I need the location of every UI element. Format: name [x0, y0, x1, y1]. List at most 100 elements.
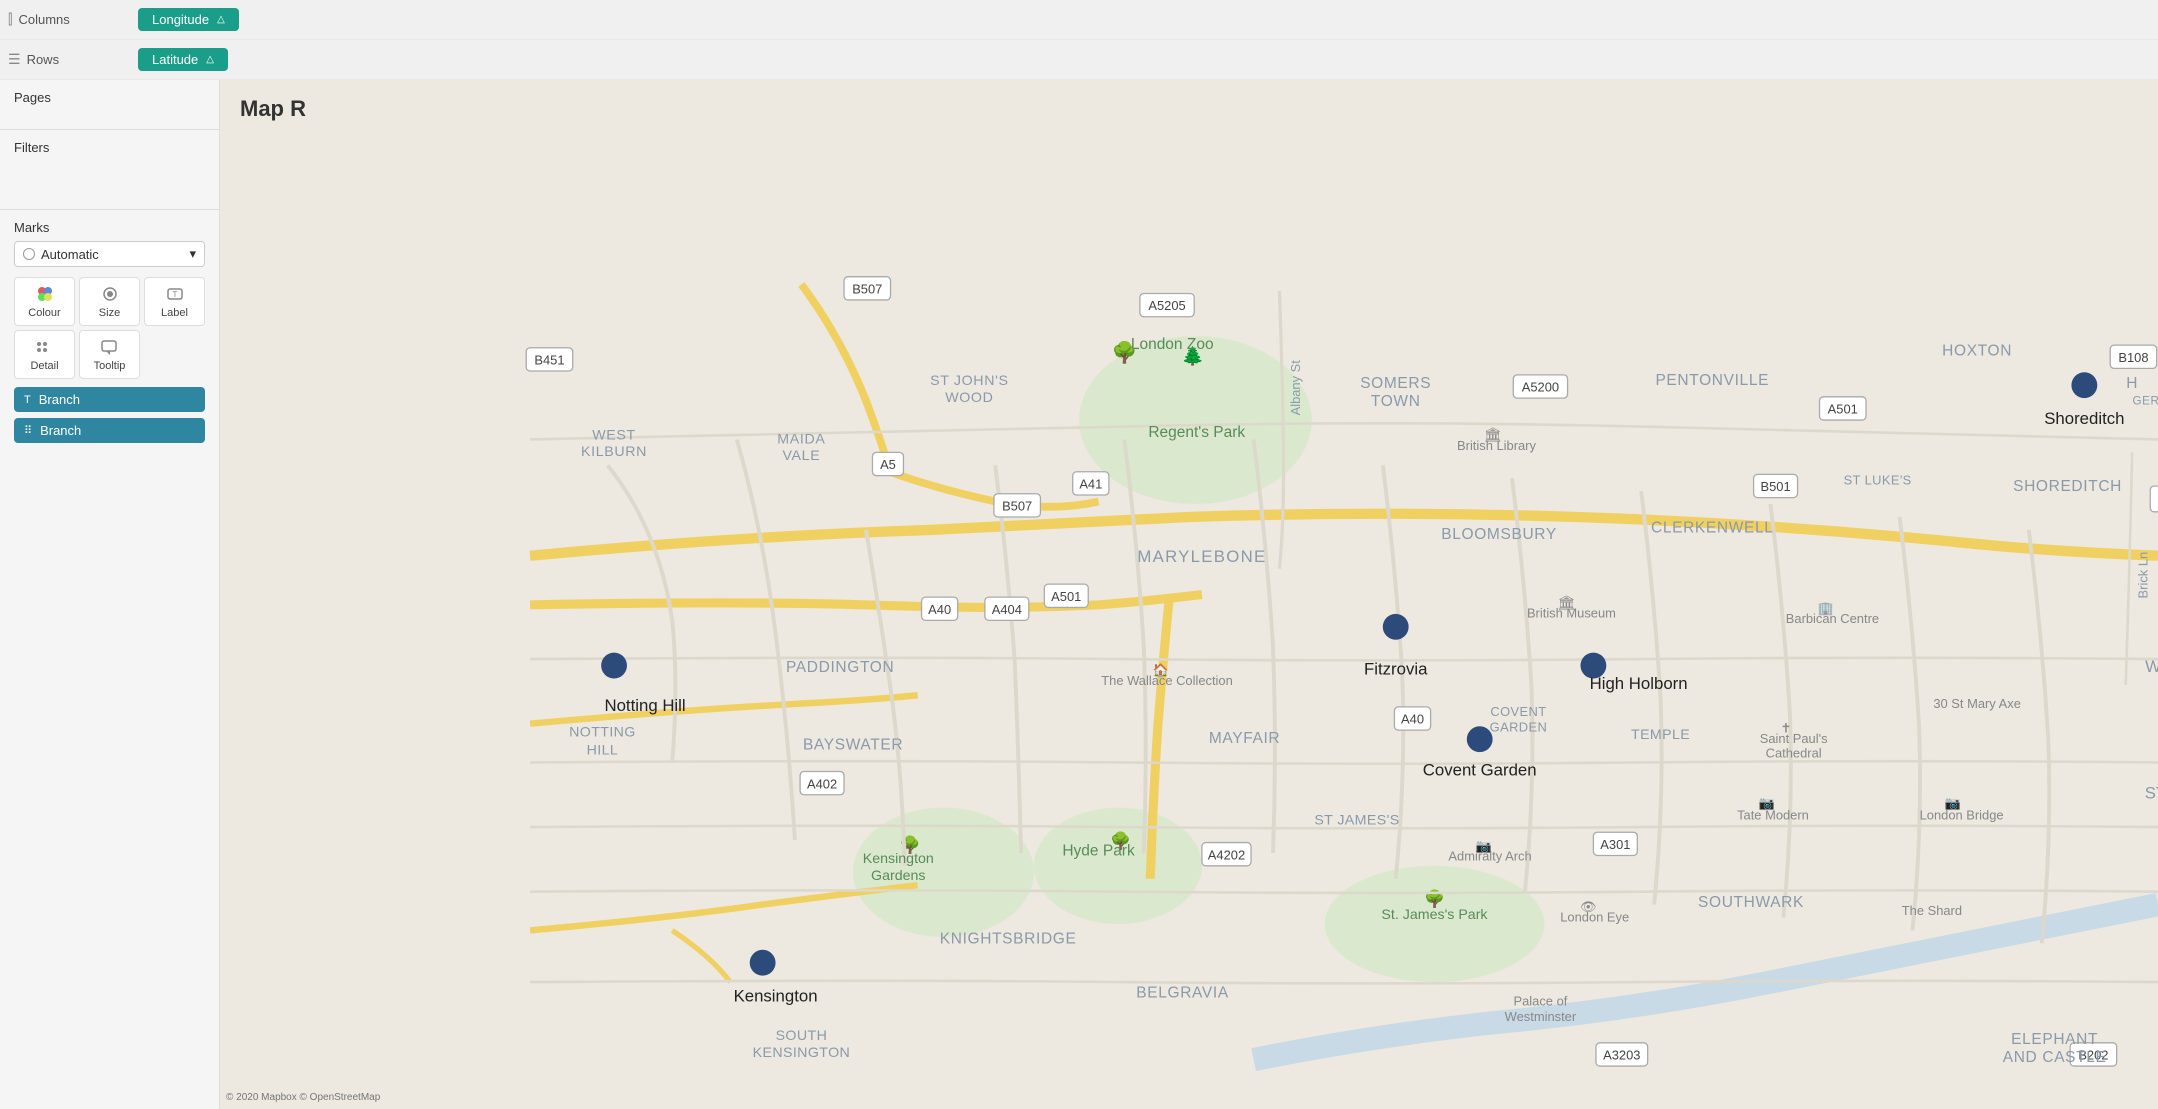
svg-text:Albany St: Albany St — [1288, 360, 1303, 416]
svg-text:High Holborn: High Holborn — [1590, 674, 1688, 693]
size-button[interactable]: Size — [79, 277, 140, 326]
svg-text:30 St Mary Axe: 30 St Mary Axe — [1933, 696, 2021, 711]
pages-title: Pages — [14, 90, 205, 105]
svg-text:🏠: 🏠 — [1153, 663, 1169, 678]
svg-text:BLOOMSBURY: BLOOMSBURY — [1441, 526, 1557, 543]
chevron-down-icon: ▾ — [189, 246, 196, 262]
filters-title: Filters — [14, 140, 205, 155]
triangle-icon: △ — [217, 14, 225, 25]
svg-text:The Shard: The Shard — [1902, 903, 1962, 918]
svg-text:Kensington: Kensington — [734, 986, 818, 1005]
svg-text:Palace of: Palace of — [1514, 993, 1568, 1008]
columns-label: ⫿ Columns — [8, 11, 138, 28]
svg-text:B451: B451 — [534, 353, 564, 368]
svg-text:A301: A301 — [1600, 837, 1630, 852]
svg-text:KENSINGTON: KENSINGTON — [753, 1045, 851, 1061]
svg-text:B507: B507 — [1002, 499, 1032, 514]
svg-text:B501: B501 — [1760, 479, 1790, 494]
tooltip-icon — [100, 337, 120, 357]
svg-text:A402: A402 — [807, 776, 837, 791]
svg-text:MAYFAIR: MAYFAIR — [1209, 730, 1280, 747]
svg-text:✝: ✝ — [1780, 721, 1791, 736]
svg-text:📷: 📷 — [1758, 796, 1774, 811]
svg-text:KILBURN: KILBURN — [581, 444, 647, 460]
svg-text:WI: WI — [2145, 657, 2158, 676]
marks-title: Marks — [14, 220, 205, 235]
svg-text:WOOD: WOOD — [945, 390, 993, 406]
map-title: Map R — [240, 96, 306, 122]
rows-shelf: ☰ Rows Latitude △ — [0, 40, 2158, 80]
svg-text:Saint Paul's: Saint Paul's — [1760, 731, 1828, 746]
svg-text:A501: A501 — [1828, 402, 1858, 417]
branch-detail-field[interactable]: ⠿ Branch — [14, 418, 205, 443]
longitude-pill[interactable]: Longitude △ — [138, 8, 239, 31]
top-bar: ⫿ Columns Longitude △ ☰ Rows Latitude △ — [0, 0, 2158, 80]
svg-text:SOUTHWARK: SOUTHWARK — [1698, 894, 1804, 911]
svg-text:A5: A5 — [880, 457, 896, 472]
svg-text:A4202: A4202 — [1208, 847, 1245, 862]
circle-icon — [23, 248, 35, 260]
svg-text:TOWN: TOWN — [1371, 393, 1421, 410]
svg-text:Gardens: Gardens — [871, 868, 925, 884]
marks-type-dropdown[interactable]: Automatic ▾ — [14, 241, 205, 267]
svg-text:Hyde Park: Hyde Park — [1062, 842, 1135, 859]
text-field-icon: T — [24, 394, 31, 406]
svg-text:CLERKENWELL: CLERKENWELL — [1651, 519, 1774, 536]
svg-text:Regent's Park: Regent's Park — [1148, 424, 1245, 441]
rows-label: ☰ Rows — [8, 51, 138, 68]
main-area: Pages Filters Marks Automatic ▾ — [0, 80, 2158, 1109]
svg-text:A5200: A5200 — [1522, 380, 1559, 395]
svg-text:ST JAMES'S: ST JAMES'S — [1314, 812, 1399, 828]
marks-buttons: Colour Size T Label — [14, 277, 205, 379]
filters-section: Filters — [0, 130, 219, 210]
latitude-pill[interactable]: Latitude △ — [138, 48, 228, 71]
svg-text:TEMPLE: TEMPLE — [1631, 727, 1690, 743]
svg-text:MARYLEBONE: MARYLEBONE — [1137, 547, 1266, 566]
svg-text:St. James's Park: St. James's Park — [1381, 907, 1488, 923]
svg-text:ST JOHN'S: ST JOHN'S — [930, 373, 1009, 389]
triangle-icon: △ — [206, 54, 214, 65]
svg-text:Brick Ln: Brick Ln — [2136, 552, 2151, 599]
detail-icon — [35, 337, 55, 357]
columns-shelf: ⫿ Columns Longitude △ — [0, 0, 2158, 40]
colour-icon — [35, 284, 55, 304]
svg-text:Cathedral: Cathedral — [1766, 745, 1822, 760]
columns-icon: ⫿ — [8, 11, 12, 28]
location-dot-kensington — [750, 950, 776, 976]
branch-text-field[interactable]: T Branch — [14, 387, 205, 412]
marks-fields: T Branch ⠿ Branch — [14, 387, 205, 443]
detail-field-icon: ⠿ — [24, 424, 32, 437]
svg-text:A5205: A5205 — [1148, 298, 1185, 313]
label-icon: T — [165, 284, 185, 304]
svg-text:A3203: A3203 — [1603, 1048, 1640, 1063]
svg-text:PADDINGTON: PADDINGTON — [786, 659, 894, 676]
svg-text:London Bridge: London Bridge — [1920, 807, 2004, 822]
svg-text:👁: 👁 — [1580, 899, 1596, 914]
svg-text:🏛: 🏛 — [1484, 426, 1502, 443]
detail-button[interactable]: Detail — [14, 330, 75, 379]
svg-text:📷: 📷 — [1476, 838, 1492, 853]
rows-icon: ☰ — [8, 51, 21, 68]
map-svg: 🌳 🌲 🌳 🌳 🌳 — [220, 80, 2158, 1109]
svg-text:GERS: GERS — [2132, 395, 2158, 408]
svg-text:A501: A501 — [1051, 589, 1081, 604]
svg-text:SOUTH: SOUTH — [776, 1028, 828, 1044]
svg-text:SHOREDITCH: SHOREDITCH — [2013, 478, 2122, 495]
svg-text:Shoreditch: Shoreditch — [2044, 409, 2124, 428]
svg-text:A41: A41 — [1079, 477, 1102, 492]
location-dot-shoreditch — [2071, 372, 2097, 398]
svg-text:GARDEN: GARDEN — [1490, 719, 1548, 734]
svg-text:Kensington: Kensington — [863, 851, 934, 867]
svg-text:PENTONVILLE: PENTONVILLE — [1655, 372, 1769, 389]
tooltip-button[interactable]: Tooltip — [79, 330, 140, 379]
map-container[interactable]: Map R 🌳 🌲 🌳 🌳 🌳 — [220, 80, 2158, 1109]
label-button[interactable]: T Label — [144, 277, 205, 326]
location-dot-notting-hill — [601, 653, 627, 679]
colour-button[interactable]: Colour — [14, 277, 75, 326]
svg-text:HOXTON: HOXTON — [1942, 342, 2012, 359]
svg-text:NOTTING: NOTTING — [569, 725, 636, 741]
pages-section: Pages — [0, 80, 219, 130]
svg-text:🏛: 🏛 — [1557, 594, 1575, 611]
location-dot-fitzrovia — [1383, 614, 1409, 640]
sidebar: Pages Filters Marks Automatic ▾ — [0, 80, 220, 1109]
